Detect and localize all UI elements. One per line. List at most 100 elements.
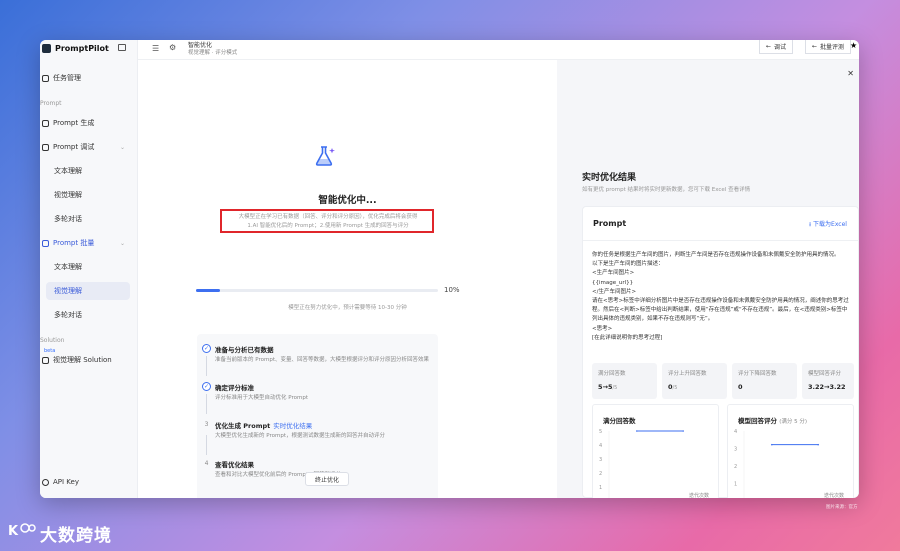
result-panel: ✕ 实时优化结果 如有更优 prompt 结果时将实时更新数据，您可下载 Exc… <box>557 60 859 498</box>
realtime-result-link[interactable]: 实时优化结果 <box>273 422 312 430</box>
check-icon: ✓ <box>202 344 211 353</box>
sidebar-item-api-key[interactable]: API Key <box>40 473 132 491</box>
step-connector <box>206 394 207 414</box>
prompt-line: </生产车间图片> <box>592 288 637 295</box>
sidebar-item-prompt-generate[interactable]: Prompt 生成 <box>40 114 132 132</box>
prompt-card: Prompt ⭳ 下载为Excel 你的任务是根据生产车间的图片，判断生产车间是… <box>582 206 859 498</box>
debug-button[interactable]: ← 调试 <box>759 40 794 54</box>
stat-label: 评分下降回答数 <box>738 371 777 377</box>
sidebar-item-label: Prompt 调试 <box>53 143 95 151</box>
batch-eval-button-label: 批量评测 <box>820 44 845 51</box>
stop-optimization-button[interactable]: 终止优化 <box>305 472 349 486</box>
x-axis-label: 迭代次数 <box>824 492 844 498</box>
stat-full-score: 满分回答数 5→5/5 <box>592 363 657 399</box>
sidebar-item-label: Prompt 批量 <box>53 239 95 247</box>
y-tick-label: 1 <box>599 485 602 491</box>
sidebar-sub-vision[interactable]: 视觉理解 <box>54 186 132 204</box>
stat-label: 满分回答数 <box>598 371 626 377</box>
sidebar-item-prompt-batch[interactable]: Prompt 批量 ⌄ <box>40 234 132 252</box>
progress-note: 模型正在努力优化中，预计需要等待 10-30 分钟 <box>288 305 407 311</box>
download-icon: ⭳ <box>809 221 812 228</box>
prompt-line: {{image_url}} <box>592 279 634 286</box>
data-point <box>682 430 684 432</box>
divider <box>583 240 859 241</box>
x-axis-label: 迭代次数 <box>689 492 709 498</box>
sidebar-item-prompt-debug[interactable]: Prompt 调试 ⌄ <box>40 138 132 156</box>
sidebar-item-label: API Key <box>53 478 79 486</box>
step-desc: 评分标准用于大模型自动优化 Prompt <box>215 395 308 401</box>
download-excel-link[interactable]: ⭳ 下载为Excel <box>809 219 847 230</box>
step-desc: 准备当前版本的 Prompt、变量、回答等数据，大模型根据评分和评分原因分析回答… <box>215 357 429 363</box>
stat-suffix: /5 <box>672 385 678 391</box>
data-point <box>636 430 638 432</box>
chevron-down-icon: ⌄ <box>120 143 126 151</box>
step-connector <box>206 356 207 376</box>
brand-logo <box>42 44 51 53</box>
sidebar: PromptPilot 任务管理 Prompt Prompt 生成 Prompt… <box>40 40 138 498</box>
sidebar-item-task-management[interactable]: 任务管理 <box>40 69 132 87</box>
batch-eval-button[interactable]: ← 批量评测 <box>805 40 852 54</box>
y-tick-label: 2 <box>734 464 737 470</box>
menu-icon[interactable]: ☰ <box>152 44 159 53</box>
sidebar-sub-vision-active[interactable]: 视觉理解 <box>46 282 130 300</box>
sidebar-sub-text[interactable]: 文本理解 <box>54 258 132 276</box>
brand[interactable]: PromptPilot <box>42 44 109 53</box>
step-title: 优化生成 Prompt 实时优化结果 <box>215 420 312 430</box>
step-number: 3 <box>204 421 209 428</box>
app-window: PromptPilot 任务管理 Prompt Prompt 生成 Prompt… <box>40 40 859 498</box>
stat-value: 0 <box>738 383 743 391</box>
sidebar-sub-multiturn[interactable]: 多轮对话 <box>54 210 132 228</box>
step-title-text: 优化生成 Prompt <box>215 422 271 430</box>
key-icon <box>42 478 49 486</box>
sidebar-collapse-icon[interactable] <box>118 44 126 51</box>
prompt-text: 你的任务是根据生产车间的图片，判断生产车间是否存在违规操作设备和未佩戴安全防护用… <box>592 251 852 347</box>
y-tick-label: 1 <box>734 482 737 488</box>
optimization-title: 智能优化中... <box>318 195 377 206</box>
brand-name: PromptPilot <box>55 44 109 53</box>
magic-icon <box>42 119 49 127</box>
progress-bar <box>196 289 438 292</box>
progress-percent: 10% <box>444 286 460 294</box>
result-subtitle: 如有更优 prompt 结果时将实时更新数据，您可下载 Excel 查看详情 <box>582 187 751 193</box>
star-icon[interactable]: ★ <box>850 41 857 50</box>
page-subtitle: 视觉理解 · 评分模式 <box>188 50 238 56</box>
step-title: 确定评分标准 <box>215 384 254 392</box>
stat-value: 3.22→3.22 <box>808 383 846 391</box>
y-tick-label: 2 <box>599 471 602 477</box>
y-tick-label: 3 <box>599 457 602 463</box>
prompt-line: 请在<思考>标签中详细分析图片中是否存在违规操作设备和未佩戴安全防护用具的情况，… <box>592 298 849 323</box>
y-tick-label: 4 <box>734 429 737 435</box>
stat-value-text: 5→5 <box>598 383 613 391</box>
sidebar-item-vision-solution[interactable]: 视觉理解 Solution <box>40 351 132 369</box>
arrow-left-icon: ← <box>812 43 818 50</box>
stat-score-up: 评分上升回答数 0/5 <box>662 363 727 399</box>
step-desc: 大模型优化生成新的 Prompt，根据测试数据生成新的回答并自动评分 <box>215 433 385 439</box>
step-connector <box>206 435 207 455</box>
watermark-logo: K <box>8 523 36 539</box>
stat-suffix: /5 <box>612 385 618 391</box>
sidebar-sub-text[interactable]: 文本理解 <box>54 162 132 180</box>
arrow-left-icon: ← <box>766 43 772 50</box>
debug-icon <box>42 143 49 151</box>
download-label: 下载为Excel <box>813 221 847 228</box>
prompt-line: [在此详细说明你的思考过程] <box>592 334 663 341</box>
debug-button-label: 调试 <box>774 44 787 51</box>
gear-icon[interactable]: ⚙ <box>169 43 176 52</box>
stat-value: 0/5 <box>668 383 677 391</box>
step-title: 准备与分析已有数据 <box>215 346 274 354</box>
prompt-line: <思考> <box>592 325 613 332</box>
svg-text:K: K <box>8 524 19 539</box>
stat-value: 5→5/5 <box>598 383 617 391</box>
image-source-note: 图片来源：官方 <box>826 505 858 510</box>
chart-model-score: 模型回答评分 (满分 5 分) 4 3 2 1 0 1 2 迭代次数 <box>727 404 854 498</box>
y-tick-label: 4 <box>599 443 602 449</box>
sidebar-sub-multiturn[interactable]: 多轮对话 <box>54 306 132 324</box>
chart-full-score-svg: 5432101 2迭代次数 <box>599 429 709 498</box>
optimization-desc-2: 1.AI 智能优化后的 Prompt；2.使用新 Prompt 生成的回答与评分 <box>247 223 409 229</box>
sidebar-group-prompt: Prompt <box>40 100 62 107</box>
prompt-card-title: Prompt <box>593 219 627 228</box>
close-icon[interactable]: ✕ <box>847 69 854 78</box>
chart-full-score: 满分回答数 5 4 3 2 1 0 1 2 迭代次数 <box>592 404 719 498</box>
prompt-line: <生产车间图片> <box>592 270 635 277</box>
watermark-text: 大数跨境 <box>40 526 112 546</box>
